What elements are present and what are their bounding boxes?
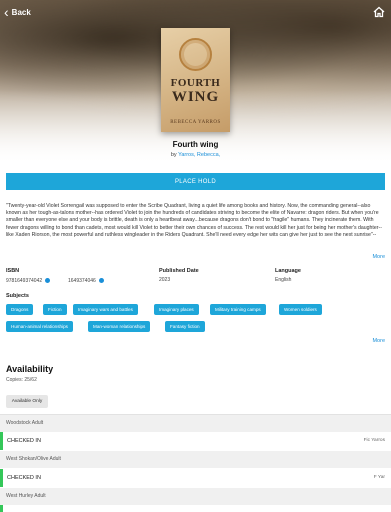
location-status-row[interactable]: CHECKED IN Fic Yarros [0, 432, 391, 450]
isbn-13: 9781649374042 [6, 278, 43, 284]
subjects-more-link[interactable]: More [372, 338, 385, 344]
location-header: West Hurley Adult [0, 488, 391, 505]
published-value: 2023 [159, 277, 171, 283]
isbn-value-1: 9781649374042 [6, 278, 51, 284]
cover-ornament [179, 38, 212, 71]
subject-chip[interactable]: Fiction [43, 304, 67, 315]
place-hold-button[interactable]: PLACE HOLD [6, 173, 385, 190]
subject-chip[interactable]: Fantasy fiction [165, 321, 205, 332]
cover-title-line1: FOURTH [170, 77, 221, 89]
language-label: Language [275, 268, 301, 274]
byline: by Yarros, Rebecca, [0, 152, 391, 158]
author-link[interactable]: Yarros, Rebecca, [178, 152, 220, 158]
chevron-left-icon: ‹ [4, 4, 9, 20]
subject-chip[interactable]: Imaginary wars and battles [73, 304, 138, 315]
subject-chip[interactable]: Dragons [6, 304, 34, 315]
subject-chip[interactable]: Imaginary places [154, 304, 199, 315]
isbn-10: 1649374046 [68, 278, 96, 284]
byline-prefix: by [170, 152, 177, 158]
copies-count: Copies: 25/62 [6, 377, 37, 383]
back-button[interactable]: ‹ Back [4, 5, 31, 19]
book-cover: FOURTH WING REBECCA YARROS [161, 28, 230, 132]
subject-chip[interactable]: Military training camps [210, 304, 266, 315]
language-value: English [275, 277, 292, 283]
shelf-location: F Yar [373, 475, 385, 480]
isbn-value-2: 1649374046 [68, 278, 104, 284]
shelf-location: Fic Yarros [363, 438, 385, 443]
availability-heading: Availability [6, 364, 54, 374]
status-text: CHECKED IN [7, 475, 41, 481]
subjects-label: Subjects [6, 293, 29, 299]
published-label: Published Date [159, 268, 199, 274]
location-status-row[interactable] [0, 505, 391, 512]
back-label: Back [11, 7, 31, 17]
location-header: Woodstock Adult [0, 415, 391, 432]
top-bar: ‹ Back [0, 0, 391, 26]
cover-title-line2: WING [171, 89, 220, 105]
isbn-label: ISBN [6, 268, 20, 274]
status-text: CHECKED IN [7, 438, 41, 444]
description-more-link[interactable]: More [372, 254, 385, 260]
copy-icon[interactable] [98, 278, 104, 284]
available-only-filter[interactable]: Available Only [6, 395, 48, 408]
copy-icon[interactable] [45, 278, 51, 284]
cover-author: REBECCA YARROS [170, 120, 221, 125]
location-header: West Shokan/Olive Adult [0, 451, 391, 468]
home-icon[interactable] [373, 6, 385, 18]
subject-chip[interactable]: Human-animal relationships [6, 321, 73, 332]
subject-chip[interactable]: Man-woman relationships [88, 321, 151, 332]
location-status-row[interactable]: CHECKED IN F Yar [0, 469, 391, 487]
book-description: "Twenty-year-old Violet Sorrengail was s… [6, 203, 382, 238]
subject-chip[interactable]: Women soldiers [279, 304, 322, 315]
book-title: Fourth wing [172, 140, 219, 149]
